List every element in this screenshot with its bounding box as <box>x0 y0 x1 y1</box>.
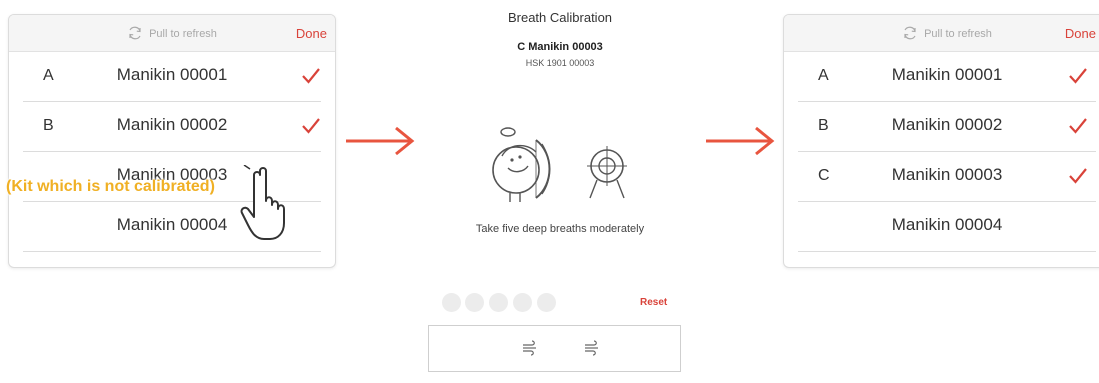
kit-row[interactable]: C Manikin 00003 <box>798 152 1096 202</box>
breath-instruction: Take five deep breaths moderately <box>475 223 645 235</box>
pull-to-refresh[interactable]: Pull to refresh <box>784 25 1099 41</box>
breath-progress-dot <box>442 293 461 312</box>
refresh-icon <box>904 26 916 40</box>
screen-title: Breath Calibration <box>507 10 613 25</box>
reset-button[interactable]: Reset <box>640 297 667 308</box>
checkmark-icon <box>302 118 320 134</box>
hand-pointer-icon <box>240 165 285 240</box>
done-button[interactable]: Done <box>1065 26 1096 41</box>
kit-name: Manikin 00001 <box>116 65 228 84</box>
arrow-right-icon <box>706 126 775 156</box>
kit-row[interactable]: A Manikin 00001 <box>23 52 321 102</box>
breath-progress-dot <box>489 293 508 312</box>
panel-header: Pull to refresh Done <box>784 15 1099 52</box>
arrow-right-icon <box>346 126 415 156</box>
kit-name: Manikin 00002 <box>891 115 1003 134</box>
kit-name: Manikin 00004 <box>891 215 1003 234</box>
wind-icon <box>585 340 598 356</box>
breath-progress-dot <box>537 293 556 312</box>
kit-serial: HSK 1901 00003 <box>525 58 595 68</box>
breath-progress-dot <box>465 293 484 312</box>
checkmark-icon <box>1069 68 1087 84</box>
panel-header: Pull to refresh Done <box>9 15 335 52</box>
checkmark-icon <box>302 68 320 84</box>
kit-name: C Manikin 00003 <box>517 41 603 53</box>
kit-row[interactable]: B Manikin 00002 <box>23 102 321 152</box>
wind-icon <box>523 340 536 356</box>
breath-indicator-box <box>428 325 681 372</box>
refresh-label: Pull to refresh <box>924 28 992 40</box>
breath-illustration <box>492 127 627 202</box>
uncalibrated-kit-annotation: (Kit which is not calibrated) <box>6 178 215 195</box>
kit-row[interactable]: Manikin 00004 <box>798 202 1096 252</box>
done-button[interactable]: Done <box>296 26 327 41</box>
refresh-label: Pull to refresh <box>149 28 217 40</box>
kit-name: Manikin 00002 <box>116 115 228 134</box>
checkmark-icon <box>1069 168 1087 184</box>
checkmark-icon <box>1069 118 1087 134</box>
refresh-icon <box>129 26 141 40</box>
breath-progress-dot <box>513 293 532 312</box>
pull-to-refresh[interactable]: Pull to refresh <box>9 25 335 41</box>
kit-name: Manikin 00003 <box>891 165 1003 184</box>
kit-name: Manikin 00001 <box>891 65 1003 84</box>
kit-row[interactable]: B Manikin 00002 <box>798 102 1096 152</box>
kit-row[interactable]: A Manikin 00001 <box>798 52 1096 102</box>
kit-list-panel-after: Pull to refresh Done A Manikin 00001 B M… <box>783 14 1099 268</box>
